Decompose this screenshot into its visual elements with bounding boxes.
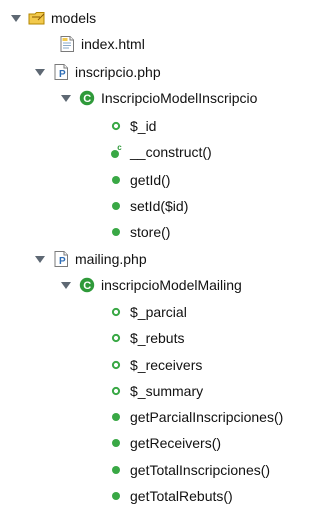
tree-label: getReceivers() [130,435,222,451]
tree-node-field[interactable]: $_parcial [107,299,187,325]
tree-label: store() [130,224,171,240]
method-icon [107,223,125,241]
tree-node-field[interactable]: $_rebuts [107,325,184,351]
expand-collapse-toggle[interactable] [60,92,72,104]
tree-label: $_id [130,118,157,134]
tree-node-field[interactable]: $_summary [107,378,203,404]
tree-label: inscripcio.php [75,64,161,80]
tree-label: getId() [130,172,171,188]
tree-node-class-inscripciomodelinscripcio[interactable]: C InscripcioModelInscripcio [60,85,257,111]
field-icon [107,117,125,135]
method-icon [107,461,125,479]
expand-collapse-toggle[interactable] [34,66,46,78]
tree-label: $_receivers [130,357,203,373]
tree-label: $_parcial [130,304,187,320]
tree-label: $_summary [130,383,204,399]
tree-label: __construct() [130,144,212,160]
tree-node-class-inscripciomodelmailing[interactable]: C inscripcioModelMailing [60,272,242,298]
method-icon [107,171,125,189]
tree-node-method[interactable]: getId() [107,167,170,193]
method-icon [107,197,125,215]
tree-node-mailing-php[interactable]: P mailing.php [34,246,147,272]
html-file-icon [58,35,76,53]
tree-label: setId($id) [130,198,189,214]
svg-text:C: C [83,280,91,292]
tree-label: getTotalRebuts() [130,488,233,504]
expand-collapse-toggle[interactable] [34,253,46,265]
tree-node-method[interactable]: getTotalInscripciones() [107,457,270,483]
svg-text:P: P [59,69,66,80]
svg-text:P: P [59,256,66,267]
tree-node-models[interactable]: models [10,5,96,31]
php-file-icon: P [52,250,70,268]
field-icon [107,329,125,347]
tree-node-inscripcio-php[interactable]: P inscripcio.php [34,59,161,85]
tree-node-index-html[interactable]: index.html [58,31,145,57]
tree-node-method[interactable]: setId($id) [107,193,188,219]
tree-label: inscripcioModelMailing [101,277,242,293]
folder-package-icon [28,9,46,27]
svg-text:C: C [83,93,91,105]
tree-node-field[interactable]: $_receivers [107,352,202,378]
tree-node-method[interactable]: getParcialInscripciones() [107,404,283,430]
tree-node-method[interactable]: store() [107,219,170,245]
class-icon: C [78,89,96,107]
field-icon [107,356,125,374]
tree-node-method[interactable]: getReceivers() [107,430,221,456]
tree-label: InscripcioModelInscripcio [101,90,258,106]
constructor-method-icon: c [107,143,125,161]
tree-label: models [51,10,97,26]
field-icon [107,303,125,321]
tree-label: mailing.php [75,251,147,267]
tree-label: getParcialInscripciones() [130,409,284,425]
tree-node-method[interactable]: getTotalRebuts() [107,483,233,509]
expand-collapse-toggle[interactable] [60,279,72,291]
tree-label: index.html [81,36,145,52]
method-icon [107,434,125,452]
field-icon [107,382,125,400]
tree-label: getTotalInscripciones() [130,462,271,478]
method-icon [107,408,125,426]
svg-text:c: c [117,143,122,152]
tree-label: $_rebuts [130,330,185,346]
class-icon: C [78,276,96,294]
tree-node-constructor[interactable]: c __construct() [107,139,212,165]
expand-collapse-toggle[interactable] [10,12,22,24]
method-icon [107,487,125,505]
php-file-icon: P [52,63,70,81]
tree-node-field[interactable]: $_id [107,113,156,139]
